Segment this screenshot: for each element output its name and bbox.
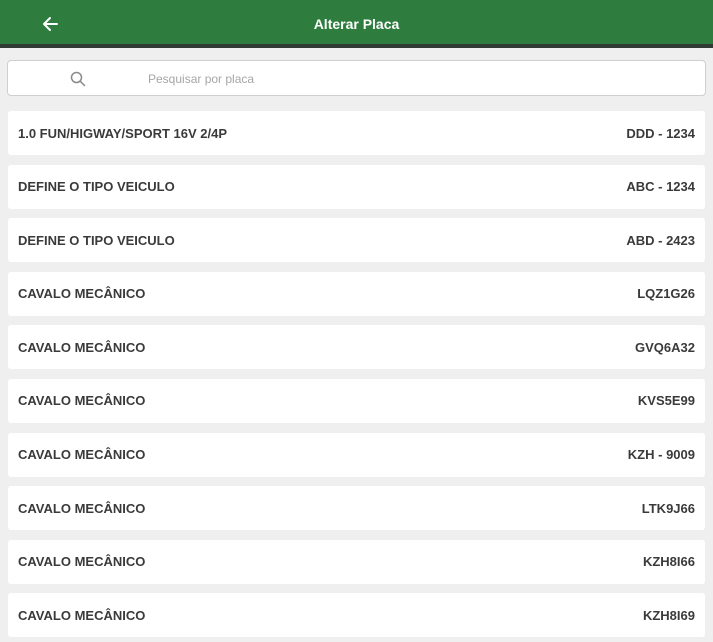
vehicle-model: CAVALO MECÂNICO (18, 447, 146, 463)
vehicle-model: 1.0 FUN/HIGWAY/SPORT 16V 2/4P (18, 125, 228, 141)
vehicle-plate: KZH8I66 (642, 554, 695, 570)
vehicle-plate: ABC - 1234 (626, 179, 695, 195)
vehicle-row[interactable]: 1.0 FUN/HIGWAY/SPORT 16V 2/4P DDD - 1234 (8, 111, 705, 155)
vehicle-row[interactable]: CAVALO MECÂNICO LTK9J66 (8, 486, 705, 531)
vehicle-model: CAVALO MECÂNICO (18, 607, 146, 623)
top-bar: Alterar Placa (0, 0, 713, 48)
vehicle-plate: ABD - 2423 (626, 232, 695, 248)
vehicle-row[interactable]: CAVALO MECÂNICO KZH8I69 (8, 593, 705, 638)
vehicle-plate: KVS5E99 (637, 393, 695, 409)
vehicle-model: CAVALO MECÂNICO (18, 393, 146, 409)
vehicle-model: CAVALO MECÂNICO (18, 286, 146, 302)
vehicle-row[interactable]: CAVALO MECÂNICO KVS5E99 (8, 378, 705, 423)
vehicle-plate: LTK9J66 (641, 500, 695, 516)
vehicle-list: 1.0 FUN/HIGWAY/SPORT 16V 2/4P DDD - 1234… (8, 111, 705, 642)
vehicle-plate: LQZ1G26 (637, 286, 695, 302)
vehicle-plate: DDD - 1234 (626, 125, 695, 141)
vehicle-plate: KZH - 9009 (627, 447, 695, 463)
vehicle-plate: GVQ6A32 (635, 339, 695, 355)
vehicle-row[interactable]: DEFINE O TIPO VEICULO ABC - 1234 (8, 164, 705, 209)
vehicle-model: CAVALO MECÂNICO (18, 500, 146, 516)
vehicle-row[interactable]: CAVALO MECÂNICO KZH - 9009 (8, 432, 705, 477)
vehicle-model: CAVALO MECÂNICO (18, 554, 146, 570)
search-icon (70, 71, 86, 87)
vehicle-row[interactable]: CAVALO MECÂNICO GVQ6A32 (8, 325, 705, 370)
vehicle-row[interactable]: DEFINE O TIPO VEICULO ABD - 2423 (8, 218, 705, 263)
search-bar[interactable] (7, 60, 706, 96)
search-input[interactable] (148, 68, 688, 90)
page-title: Alterar Placa (313, 16, 400, 32)
vehicle-row[interactable]: CAVALO MECÂNICO KZH8I66 (8, 539, 705, 584)
app-screen: Alterar Placa 1.0 FUN/HIGWAY/SPORT 16V 2… (0, 0, 713, 642)
vehicle-model: DEFINE O TIPO VEICULO (18, 179, 175, 195)
vehicle-model: CAVALO MECÂNICO (18, 339, 146, 355)
vehicle-model: DEFINE O TIPO VEICULO (18, 232, 175, 248)
vehicle-row[interactable]: CAVALO MECÂNICO LQZ1G26 (8, 271, 705, 316)
vehicle-plate: KZH8I69 (642, 607, 695, 623)
